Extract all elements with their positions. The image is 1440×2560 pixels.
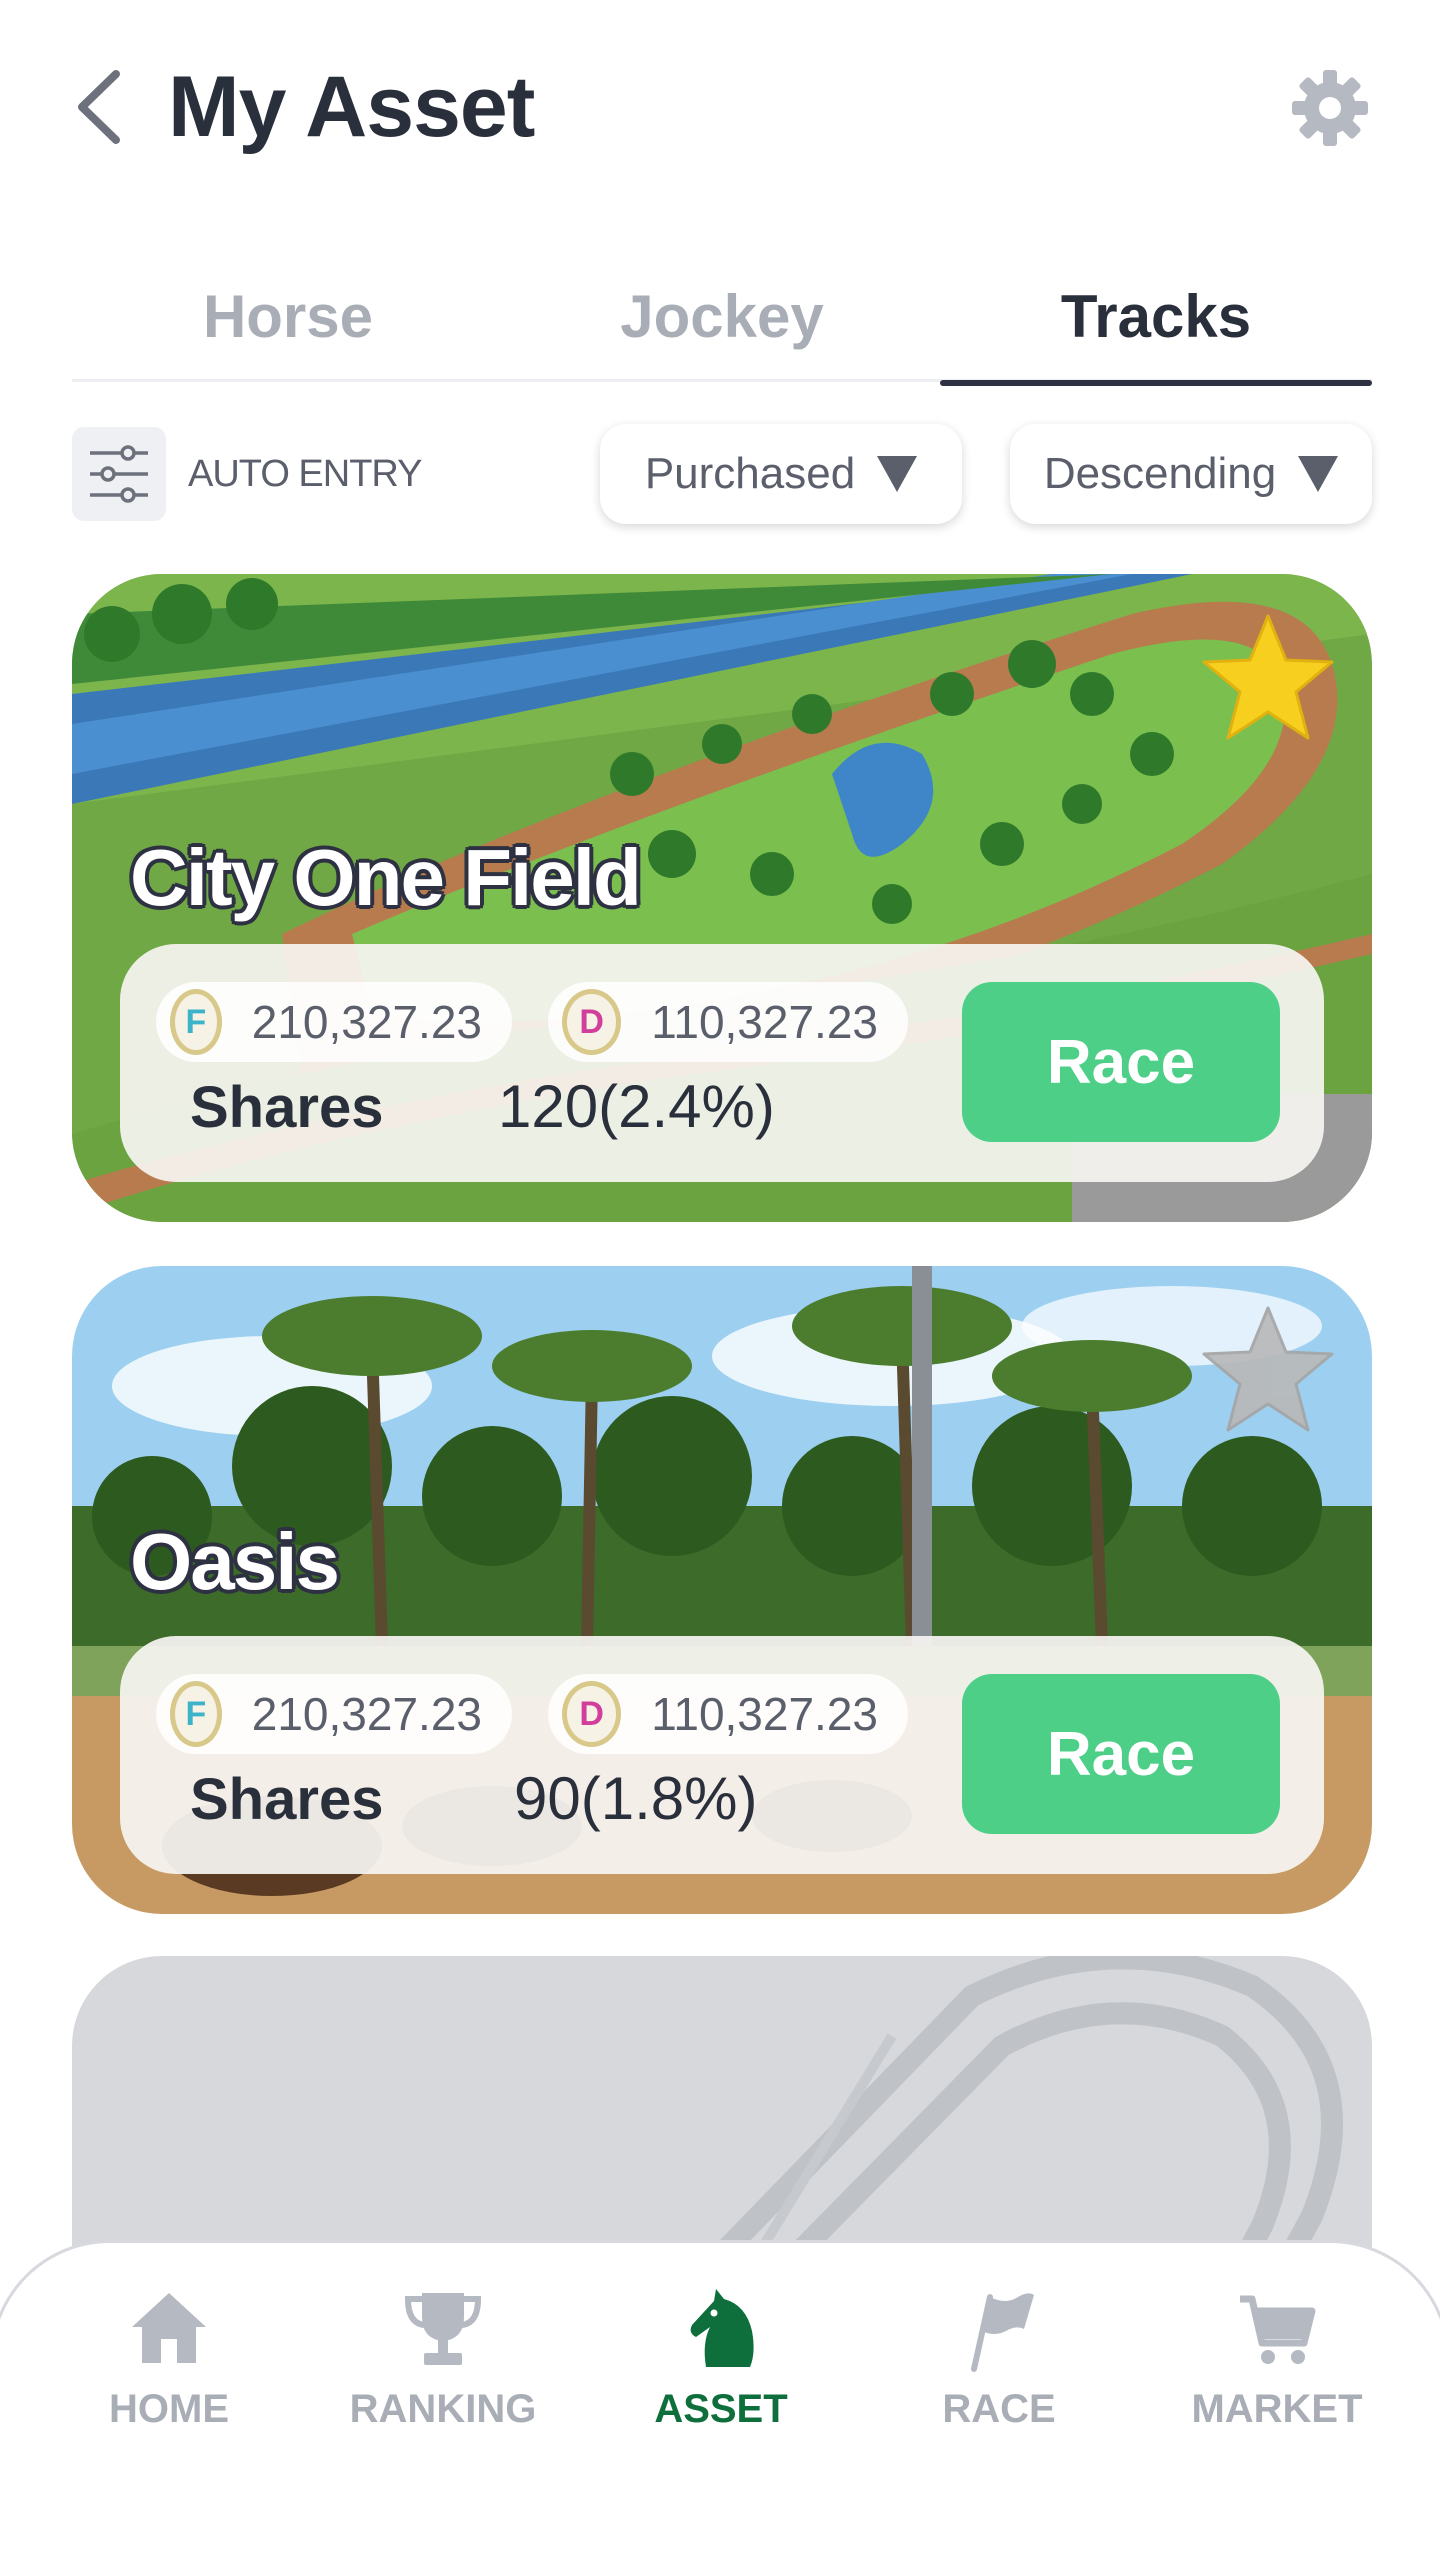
shares-value: 120(2.4%): [498, 1073, 775, 1140]
f-coin-icon: F: [170, 989, 222, 1055]
f-coin-value: 210,327.23: [251, 996, 482, 1048]
home-icon: [132, 2293, 206, 2363]
horse-head-icon: [690, 2289, 754, 2367]
d-coin-balance: D 110,327.23: [548, 982, 908, 1062]
order-dropdown[interactable]: Descending: [1010, 424, 1372, 524]
f-coin-icon: F: [170, 1681, 222, 1747]
chevron-left-icon: [78, 70, 120, 144]
caret-down-icon: [877, 456, 918, 492]
track-card[interactable]: City One Field F 210,327.23 D 110,327.23…: [72, 574, 1372, 1222]
order-value: Descending: [1043, 449, 1277, 498]
favorite-star-icon[interactable]: [1198, 1302, 1338, 1436]
asset-tabs: Horse Jockey Tracks: [72, 250, 1372, 386]
nav-home[interactable]: HOME: [49, 2283, 289, 2483]
track-name: Oasis: [130, 1517, 340, 1606]
page-title: My Asset: [168, 59, 535, 155]
track-card[interactable]: Oasis F 210,327.23 D 110,327.23 Shares 9…: [72, 1266, 1372, 1914]
d-coin-icon: D: [562, 989, 622, 1055]
settings-button[interactable]: [1290, 68, 1370, 148]
sliders-icon: [72, 427, 166, 521]
race-button[interactable]: Race: [962, 1674, 1280, 1834]
track-info-panel: F 210,327.23 D 110,327.23 Shares 120(2.4…: [120, 944, 1324, 1182]
cart-icon: [1240, 2295, 1316, 2364]
auto-entry-label: AUTO ENTRY: [188, 452, 423, 495]
f-coin-balance: F 210,327.23: [156, 982, 512, 1062]
shares-label: Shares: [190, 1767, 384, 1832]
nav-asset[interactable]: ASSET: [601, 2283, 841, 2483]
sort-by-dropdown[interactable]: Purchased: [600, 424, 962, 524]
back-button[interactable]: [64, 62, 134, 152]
tab-tracks[interactable]: Tracks: [940, 250, 1372, 386]
sort-by-value: Purchased: [644, 449, 856, 498]
nav-market[interactable]: MARKET: [1157, 2283, 1397, 2483]
caret-down-icon: [1298, 456, 1339, 492]
gear-icon: [1292, 70, 1368, 146]
tab-jockey[interactable]: Jockey: [506, 250, 938, 382]
nav-race[interactable]: RACE: [879, 2283, 1119, 2483]
f-coin-value: 210,327.23: [251, 1688, 482, 1740]
trophy-icon: [404, 2293, 482, 2365]
shares-value: 90(1.8%): [514, 1765, 758, 1832]
d-coin-value: 110,327.23: [651, 1688, 878, 1740]
shares-label: Shares: [190, 1075, 384, 1140]
header: My Asset: [0, 0, 1440, 200]
race-button[interactable]: Race: [962, 982, 1280, 1142]
track-name: City One Field: [130, 833, 642, 922]
flag-icon: [971, 2293, 1034, 2372]
d-coin-balance: D 110,327.23: [548, 1674, 908, 1754]
favorite-star-icon[interactable]: [1198, 610, 1338, 744]
f-coin-balance: F 210,327.23: [156, 1674, 512, 1754]
auto-entry-toggle[interactable]: AUTO ENTRY: [72, 426, 423, 522]
tab-horse[interactable]: Horse: [72, 250, 504, 382]
bottom-navigation: HOME RANKING ASSET RACE MARKET: [0, 2240, 1440, 2560]
d-coin-value: 110,327.23: [651, 996, 878, 1048]
track-info-panel: F 210,327.23 D 110,327.23 Shares 90(1.8%…: [120, 1636, 1324, 1874]
nav-ranking[interactable]: RANKING: [323, 2283, 563, 2483]
d-coin-icon: D: [562, 1681, 622, 1747]
